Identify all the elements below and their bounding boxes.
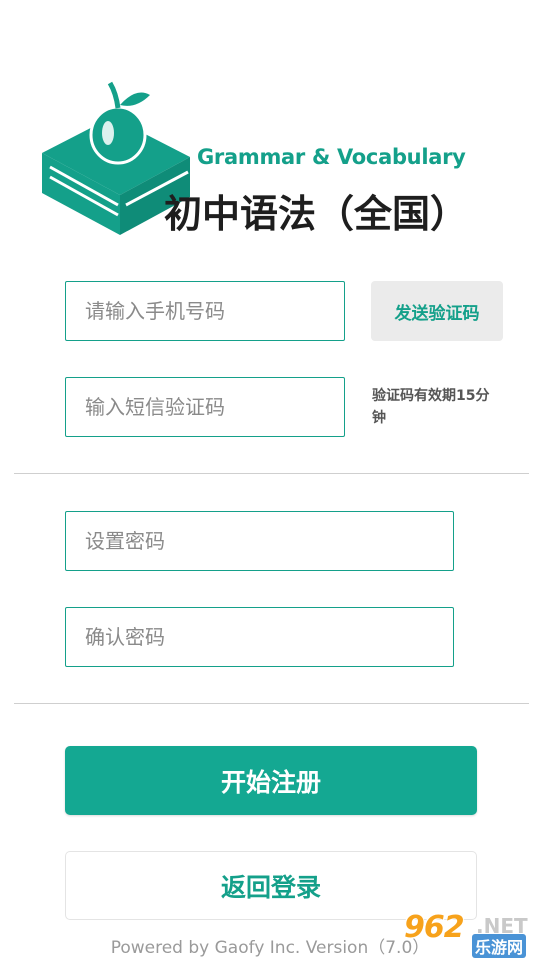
logo-english-title: Grammar & Vocabulary xyxy=(197,145,466,169)
site-watermark: 962 .NET 乐游网 xyxy=(400,910,536,958)
logo-chinese-title: 初中语法（全国） xyxy=(164,192,469,236)
watermark-number: 962 xyxy=(404,910,465,945)
divider-bottom xyxy=(14,703,529,704)
password-input[interactable] xyxy=(66,512,453,570)
phone-input[interactable] xyxy=(66,282,344,340)
password-field[interactable] xyxy=(65,511,454,571)
divider-top xyxy=(14,473,529,474)
sms-code-field[interactable] xyxy=(65,377,345,437)
confirm-password-input[interactable] xyxy=(66,608,453,666)
phone-field[interactable] xyxy=(65,281,345,341)
confirm-password-field[interactable] xyxy=(65,607,454,667)
code-validity-note: 验证码有效期15分钟 xyxy=(372,388,490,426)
watermark-site-name: 乐游网 xyxy=(472,934,527,958)
register-button[interactable]: 开始注册 xyxy=(65,746,477,815)
sms-code-input[interactable] xyxy=(66,378,344,436)
app-logo: Grammar & Vocabulary 初中语法（全国） xyxy=(40,75,480,240)
send-code-button[interactable]: 发送验证码 xyxy=(371,281,503,341)
